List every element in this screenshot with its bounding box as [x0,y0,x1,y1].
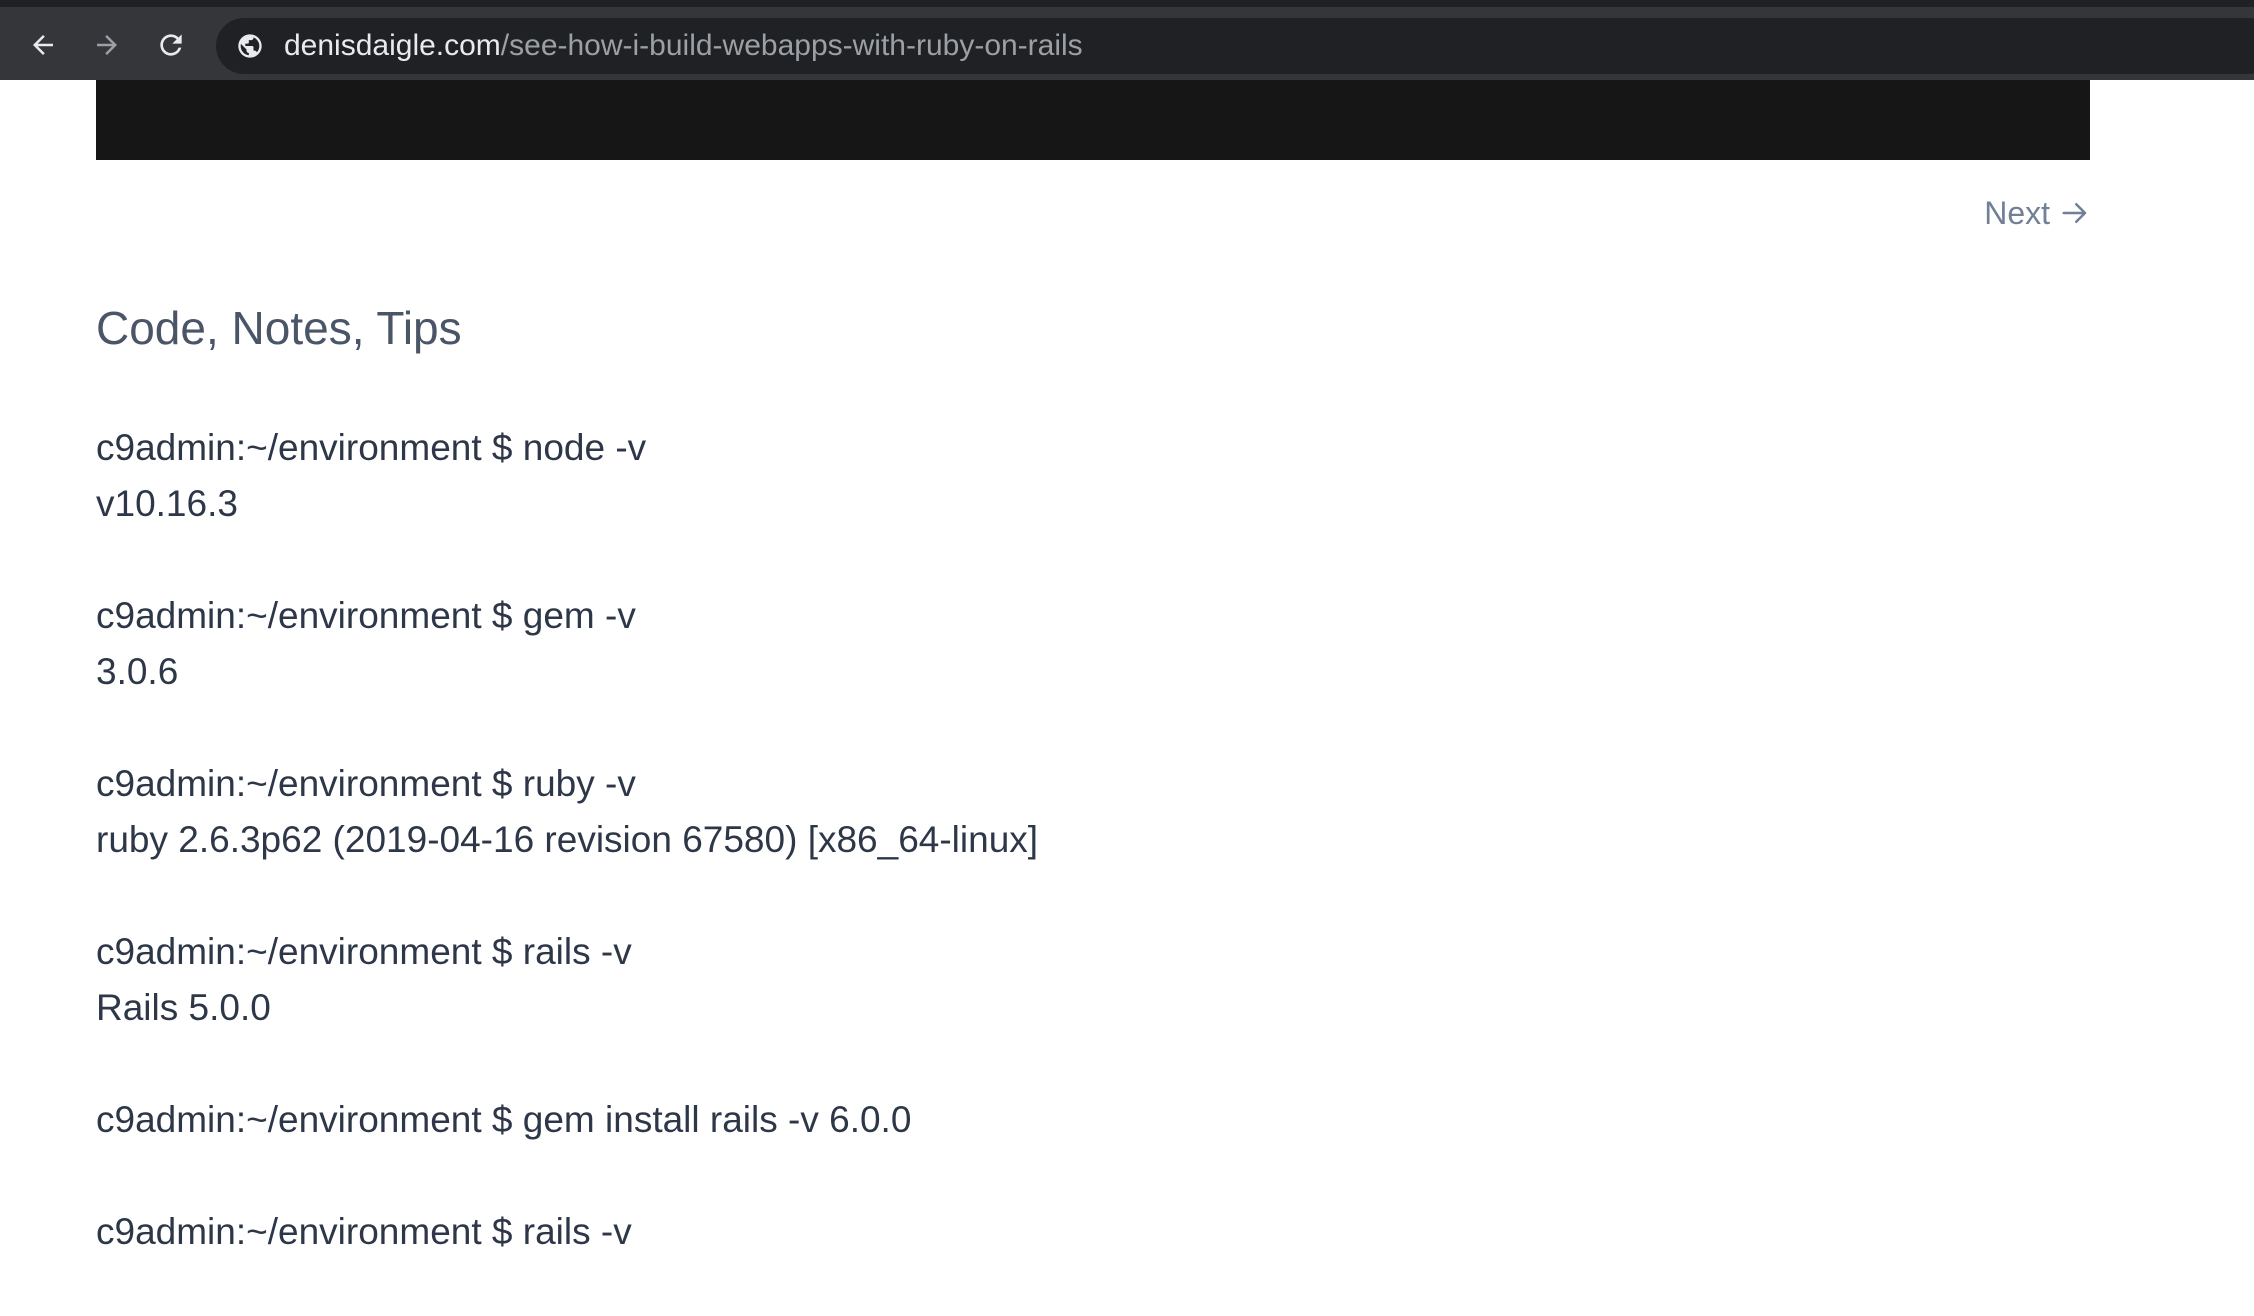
note-block: c9admin:~/environment $ rails -v [96,1204,2096,1260]
command-line: c9admin:~/environment $ rails -v [96,1211,632,1252]
command-line: c9admin:~/environment $ gem install rail… [96,1099,912,1140]
command-line: c9admin:~/environment $ gem -v [96,595,636,636]
forward-button[interactable] [85,23,129,67]
note-block: c9admin:~/environment $ gem install rail… [96,1092,2096,1148]
browser-toolbar: denisdaigle.com/see-how-i-build-webapps-… [0,0,2254,80]
address-bar[interactable]: denisdaigle.com/see-how-i-build-webapps-… [216,18,2254,74]
back-button[interactable] [21,23,65,67]
next-link-label: Next [1984,194,2050,231]
url-text[interactable]: denisdaigle.com/see-how-i-build-webapps-… [284,18,1083,74]
next-link[interactable]: Next [1984,190,2090,236]
note-block: c9admin:~/environment $ node -v v10.16.3 [96,420,2096,532]
output-line: v10.16.3 [96,483,238,524]
output-line: Rails 5.0.0 [96,987,271,1028]
url-domain: denisdaigle.com [284,29,501,62]
output-line: 3.0.6 [96,651,179,692]
right-arrow-icon [2060,198,2090,228]
note-block: c9admin:~/environment $ gem -v 3.0.6 [96,588,2096,700]
output-line: ruby 2.6.3p62 (2019-04-16 revision 67580… [96,819,1039,860]
site-info-icon[interactable] [236,32,264,60]
reload-icon [155,29,187,61]
command-line: c9admin:~/environment $ rails -v [96,931,632,972]
forward-arrow-icon [92,30,122,60]
url-path: /see-how-i-build-webapps-with-ruby-on-ra… [500,29,1083,62]
back-arrow-icon [28,30,58,60]
reload-button[interactable] [149,23,193,67]
note-block: c9admin:~/environment $ ruby -v ruby 2.6… [96,756,2096,868]
command-line: c9admin:~/environment $ ruby -v [96,763,636,804]
video-embed-bottom [96,80,2090,160]
section-title: Code, Notes, Tips [96,302,462,354]
note-block: c9admin:~/environment $ rails -v Rails 5… [96,924,2096,1036]
code-notes: c9admin:~/environment $ node -v v10.16.3… [96,420,2096,1316]
command-line: c9admin:~/environment $ node -v [96,427,647,468]
